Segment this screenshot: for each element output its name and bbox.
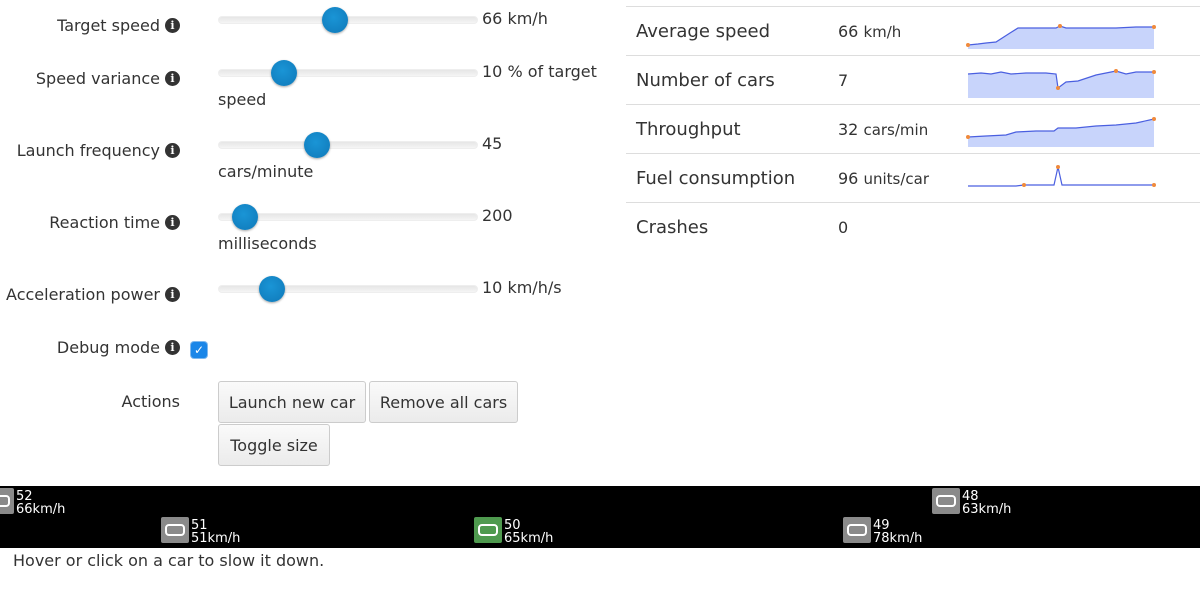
stat-value-number: 0 xyxy=(838,218,849,237)
stat-name: Throughput xyxy=(636,119,741,140)
launch-frequency-unit: cars/minute xyxy=(218,162,314,181)
stat-value-number: 32 xyxy=(838,120,859,139)
stat-name: Fuel consumption xyxy=(636,168,796,189)
stat-row-fuel-consumption: Fuel consumption 96 units/car xyxy=(626,153,1200,202)
average-speed-sparkline xyxy=(966,24,1156,49)
stat-row-throughput: Throughput 32 cars/min xyxy=(626,104,1200,153)
acceleration-power-value: 10 km/h/s xyxy=(482,278,562,297)
info-icon[interactable]: i xyxy=(165,287,180,302)
stat-value-unit: units/car xyxy=(863,170,929,188)
remove-all-cars-button[interactable]: Remove all cars xyxy=(369,381,518,423)
acceleration-power-label: Acceleration power i xyxy=(6,285,180,304)
stat-name: Average speed xyxy=(636,21,771,42)
car-label: 51 51km/h xyxy=(191,519,240,545)
stat-value: 66 km/h xyxy=(838,22,901,41)
info-icon[interactable]: i xyxy=(165,71,180,86)
actions-label: Actions xyxy=(121,392,180,411)
reaction-time-slider[interactable] xyxy=(218,204,478,230)
launch-frequency-value: 45 xyxy=(482,134,503,153)
info-icon[interactable]: i xyxy=(165,340,180,355)
reaction-time-slider-handle[interactable] xyxy=(232,204,258,230)
stat-value: 7 xyxy=(838,71,848,90)
car-icon xyxy=(932,488,960,514)
throughput-sparkline xyxy=(966,117,1156,147)
toggle-size-button[interactable]: Toggle size xyxy=(218,424,330,466)
number-of-cars-sparkline xyxy=(967,69,1156,98)
launch-frequency-slider-handle[interactable] xyxy=(304,132,330,158)
info-icon[interactable]: i xyxy=(165,215,180,230)
fuel-consumption-sparkline xyxy=(968,165,1156,187)
speed-variance-slider[interactable] xyxy=(218,60,478,86)
launch-frequency-slider[interactable] xyxy=(218,132,478,158)
car-label: 48 63km/h xyxy=(962,490,1011,516)
info-icon[interactable]: i xyxy=(165,18,180,33)
acceleration-power-label-text: Acceleration power xyxy=(6,285,160,304)
stat-value-number: 66 xyxy=(838,22,859,41)
car-icon xyxy=(474,517,502,543)
car-speed: 65km/h xyxy=(504,531,554,546)
speed-variance-value: 10 % of target xyxy=(482,62,597,81)
launch-new-car-button[interactable]: Launch new car xyxy=(218,381,366,423)
speed-variance-unit: speed xyxy=(218,90,267,109)
acceleration-power-slider[interactable] xyxy=(218,276,478,302)
hint-text: Hover or click on a car to slow it down. xyxy=(13,551,325,570)
stat-value-unit: km/h xyxy=(863,23,902,41)
stat-row-average-speed: Average speed 66 km/h xyxy=(626,6,1200,55)
car-icon xyxy=(0,488,14,514)
target-speed-value: 66 km/h xyxy=(482,9,548,28)
car-speed: 51km/h xyxy=(191,531,241,546)
speed-variance-label: Speed variance i xyxy=(36,69,180,88)
target-speed-slider[interactable] xyxy=(218,7,478,33)
stat-name: Number of cars xyxy=(636,70,775,91)
reaction-time-value: 200 xyxy=(482,206,513,225)
launch-frequency-label: Launch frequency i xyxy=(17,141,180,160)
info-icon[interactable]: i xyxy=(165,143,180,158)
debug-mode-checkbox[interactable]: ✓ xyxy=(191,342,207,358)
target-speed-label: Target speed i xyxy=(57,16,180,35)
reaction-time-label-text: Reaction time xyxy=(49,213,160,232)
reaction-time-label: Reaction time i xyxy=(49,213,180,232)
car-icon xyxy=(161,517,189,543)
stat-value: 32 cars/min xyxy=(838,120,928,139)
car-icon xyxy=(843,517,871,543)
launch-frequency-label-text: Launch frequency xyxy=(16,141,160,160)
stat-value-number: 96 xyxy=(838,169,859,188)
stat-value: 0 xyxy=(838,218,848,237)
speed-variance-slider-handle[interactable] xyxy=(271,60,297,86)
car-speed: 63km/h xyxy=(962,502,1012,517)
stat-name: Crashes xyxy=(636,217,709,238)
car-speed: 66km/h xyxy=(16,502,66,517)
debug-mode-label-text: Debug mode xyxy=(56,338,160,357)
stat-value-unit: cars/min xyxy=(863,121,929,139)
reaction-time-unit: milliseconds xyxy=(218,234,317,253)
stat-value: 96 units/car xyxy=(838,169,929,188)
road: 52 66km/h 51 51km/h 50 65km/h 49 78km/h … xyxy=(0,486,1200,548)
target-speed-slider-handle[interactable] xyxy=(322,7,348,33)
stat-value-number: 7 xyxy=(838,71,849,90)
car-speed: 78km/h xyxy=(873,531,923,546)
target-speed-label-text: Target speed xyxy=(57,16,160,35)
car-label: 50 65km/h xyxy=(504,519,553,545)
car-label: 49 78km/h xyxy=(873,519,922,545)
acceleration-power-slider-handle[interactable] xyxy=(259,276,285,302)
car-label: 52 66km/h xyxy=(16,490,65,516)
stat-row-number-of-cars: Number of cars 7 xyxy=(626,55,1200,104)
debug-mode-label: Debug mode i xyxy=(57,338,180,357)
stat-row-crashes: Crashes 0 xyxy=(626,202,1200,251)
speed-variance-label-text: Speed variance xyxy=(35,69,160,88)
